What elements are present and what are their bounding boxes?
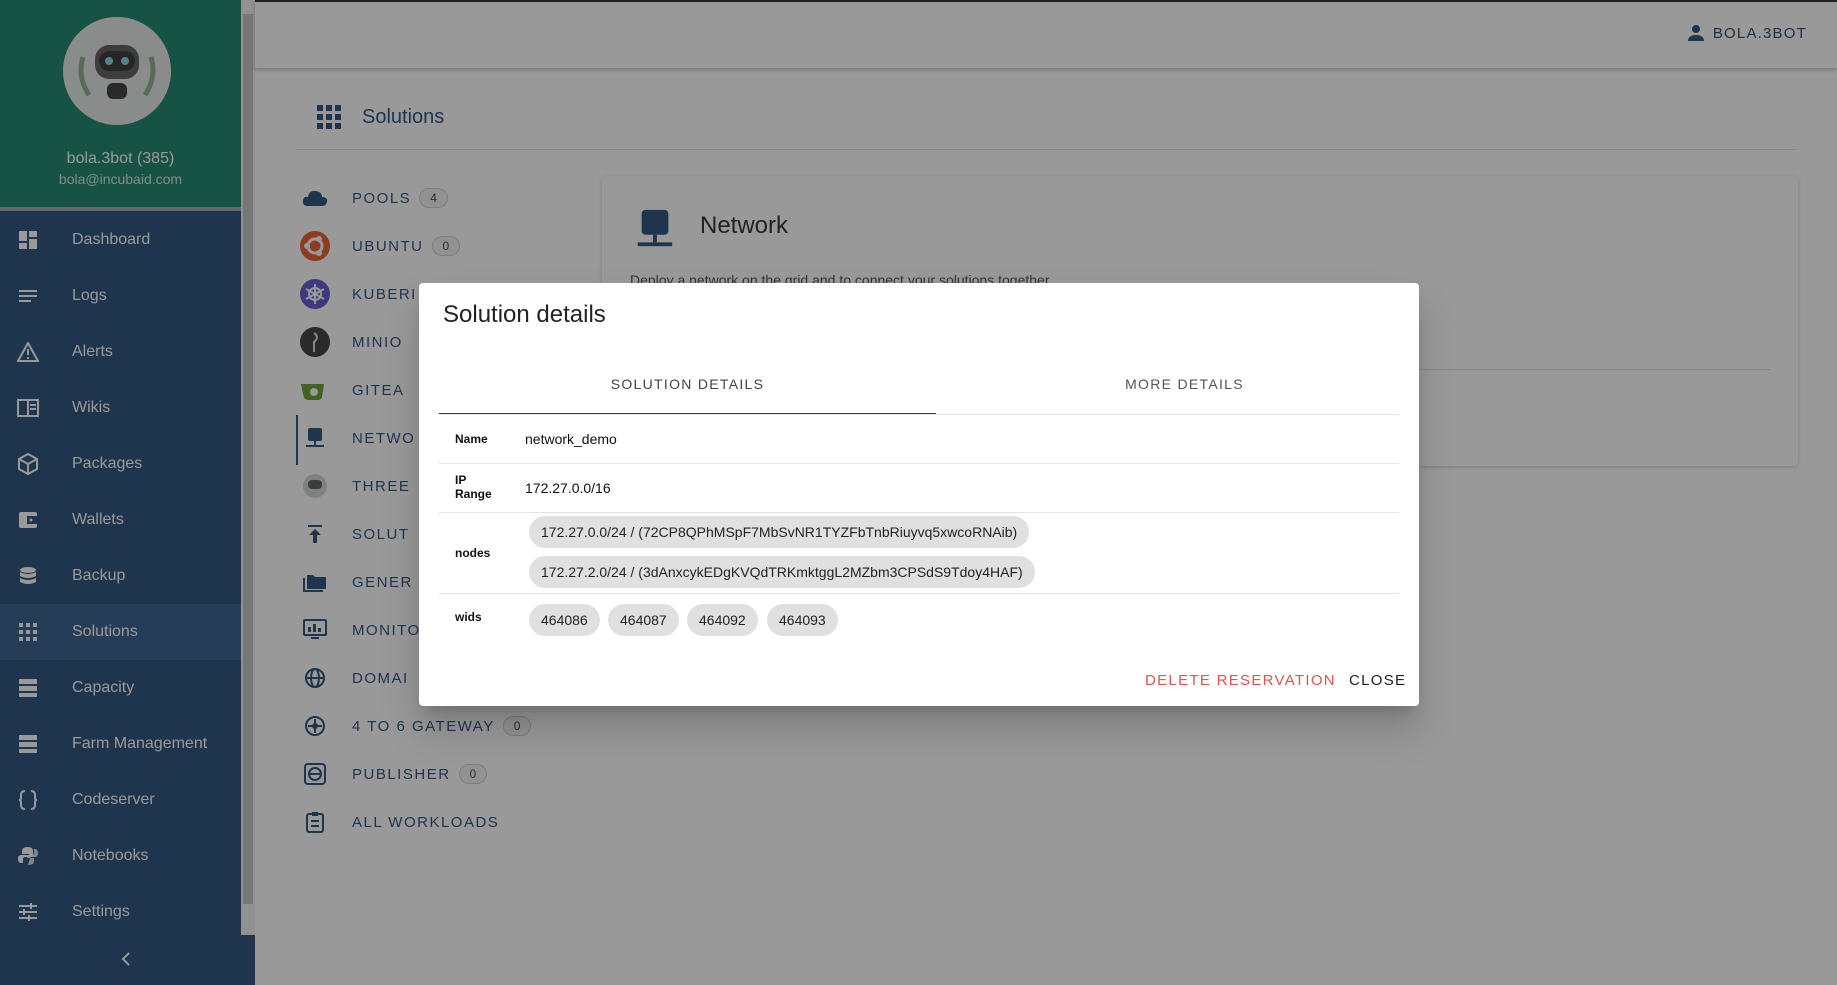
row-value: 172.27.0.0/16	[525, 480, 611, 496]
row-value: network_demo	[525, 431, 617, 447]
delete-reservation-button[interactable]: DELETE RESERVATION	[1145, 672, 1336, 689]
solution-details-dialog: Solution details SOLUTION DETAILS MORE D…	[419, 283, 1419, 706]
row-label: IP	[455, 473, 467, 487]
wid-chip: 464093	[767, 604, 838, 636]
row-label: wids	[455, 610, 482, 624]
wid-chip: 464087	[608, 604, 679, 636]
close-button[interactable]: CLOSE	[1349, 672, 1406, 689]
wid-chip: 464092	[687, 604, 758, 636]
detail-row-wids: wids 464086 464087 464092 464093	[439, 594, 1399, 646]
dialog-title: Solution details	[443, 301, 606, 328]
row-label: Range	[455, 487, 492, 501]
row-label: nodes	[455, 546, 491, 560]
detail-row-nodes: nodes 172.27.0.0/24 / (72CP8QPhMSpF7MbSv…	[439, 513, 1399, 594]
detail-row-ip-range: IP Range 172.27.0.0/16	[439, 464, 1399, 513]
row-label: Name	[455, 432, 488, 446]
node-chip: 172.27.0.0/24 / (72CP8QPhMSpF7MbSvNR1TYZ…	[529, 516, 1030, 548]
tab-solution-details[interactable]: SOLUTION DETAILS	[439, 355, 936, 415]
tab-more-details[interactable]: MORE DETAILS	[936, 355, 1433, 413]
wid-chip: 464086	[529, 604, 600, 636]
detail-row-name: Name network_demo	[439, 415, 1399, 464]
node-chip: 172.27.2.0/24 / (3dAnxcykEDgKVQdTRKmktgg…	[529, 556, 1035, 588]
